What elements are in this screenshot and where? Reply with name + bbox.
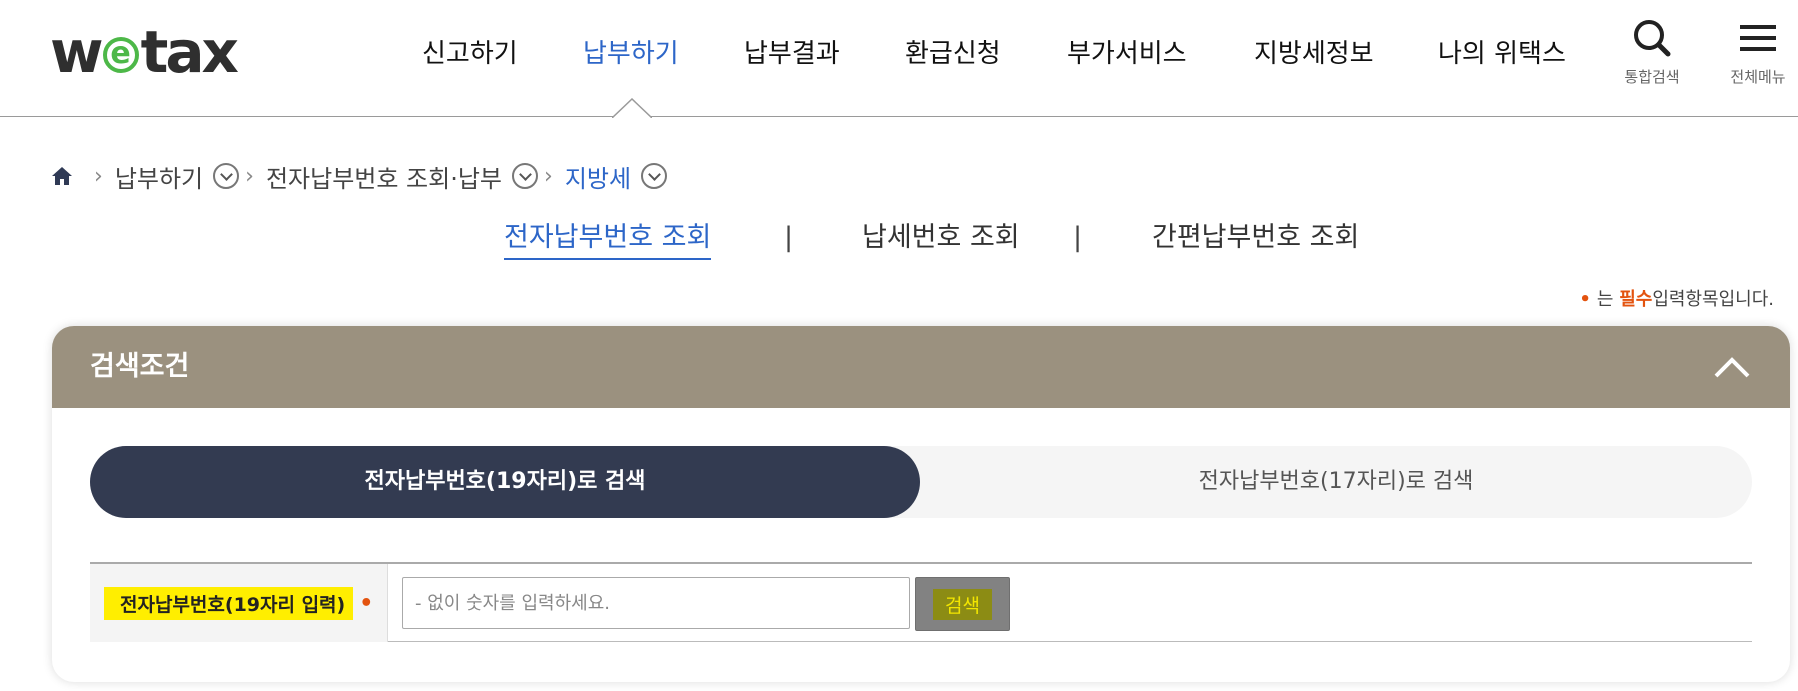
wetax-logo[interactable]: w e tax: [50, 18, 239, 86]
home-icon[interactable]: [50, 164, 74, 188]
logo-part-tax: tax: [140, 18, 239, 86]
payment-number-input[interactable]: [402, 577, 910, 629]
breadcrumb-item-payment[interactable]: 납부하기: [115, 159, 203, 194]
tab-separator: |: [784, 222, 794, 253]
breadcrumb-separator-icon: ›: [245, 163, 254, 189]
full-menu-button[interactable]: 전체메뉴: [1718, 18, 1798, 87]
chevron-down-icon[interactable]: [213, 163, 240, 189]
tab-tax-number[interactable]: 납세번호 조회: [862, 218, 1020, 258]
payment-number-row: 전자납부번호(19자리 입력) • 검색: [90, 562, 1752, 642]
sub-tabs: 전자납부번호 조회 | 납세번호 조회 | 간편납부번호 조회: [0, 218, 1798, 262]
hamburger-menu-icon: [1740, 25, 1776, 51]
required-note-word: 필수: [1619, 289, 1653, 310]
search-17-digit-option[interactable]: 전자납부번호(17자리)로 검색: [920, 446, 1752, 518]
required-note-suffix: 입력항목입니다.: [1652, 289, 1774, 310]
breadcrumb-separator-icon: ›: [544, 163, 553, 189]
chevron-down-icon[interactable]: [512, 163, 539, 189]
breadcrumb: › 납부하기 › 전자납부번호 조회·납부 › 지방세: [50, 158, 668, 194]
unified-search-button[interactable]: 통합검색: [1610, 18, 1694, 87]
nav-item-additional-services[interactable]: 부가서비스: [1067, 34, 1187, 74]
tab-simple-payment-number[interactable]: 간편납부번호 조회: [1152, 218, 1359, 258]
nav-item-my-wetax[interactable]: 나의 위택스: [1438, 34, 1566, 74]
nav-item-refund[interactable]: 환급신청: [905, 34, 1001, 74]
breadcrumb-item-electronic-payment-lookup[interactable]: 전자납부번호 조회·납부: [266, 159, 502, 194]
required-note-prefix: 는: [1596, 289, 1614, 310]
unified-search-label: 통합검색: [1624, 68, 1680, 86]
breadcrumb-separator-icon: ›: [94, 163, 103, 189]
active-nav-caret-icon: [612, 98, 652, 118]
search-type-toggle: 전자납부번호(19자리)로 검색 전자납부번호(17자리)로 검색: [90, 446, 1752, 518]
search-button-label: 검색: [933, 588, 992, 620]
nav-item-local-tax-info[interactable]: 지방세정보: [1254, 34, 1374, 74]
required-dot: •: [359, 590, 374, 616]
search-button[interactable]: 검색: [915, 577, 1010, 631]
panel-header: 검색조건: [52, 326, 1790, 408]
full-menu-label: 전체메뉴: [1730, 68, 1786, 86]
panel-title: 검색조건: [90, 351, 190, 382]
chevron-down-icon[interactable]: [641, 163, 668, 189]
required-field-note: • 는 필수입력항목입니다.: [1579, 285, 1774, 311]
required-dot: •: [1579, 289, 1591, 310]
nav-item-payment-result[interactable]: 납부결과: [744, 34, 840, 74]
search-icon: [1634, 20, 1671, 57]
search-conditions-panel: 검색조건 전자납부번호(19자리)로 검색 전자납부번호(17자리)로 검색 전…: [52, 326, 1790, 682]
payment-number-label: 전자납부번호(19자리 입력): [104, 586, 354, 620]
nav-item-file-report[interactable]: 신고하기: [422, 34, 518, 74]
nav-item-payment[interactable]: 납부하기: [583, 34, 679, 74]
tab-separator: |: [1073, 222, 1083, 253]
tab-electronic-payment-number[interactable]: 전자납부번호 조회: [504, 218, 712, 260]
search-19-digit-option[interactable]: 전자납부번호(19자리)로 검색: [90, 446, 920, 518]
logo-part-w: w: [50, 18, 104, 86]
chevron-up-icon[interactable]: [1712, 348, 1752, 388]
breadcrumb-item-local-tax[interactable]: 지방세: [565, 159, 631, 194]
site-header: w e tax 신고하기 납부하기 납부결과 환급신청 부가서비스 지방세정보 나의…: [0, 0, 1798, 118]
payment-number-label-cell: 전자납부번호(19자리 입력) •: [90, 564, 388, 642]
logo-part-e: e: [102, 37, 139, 73]
